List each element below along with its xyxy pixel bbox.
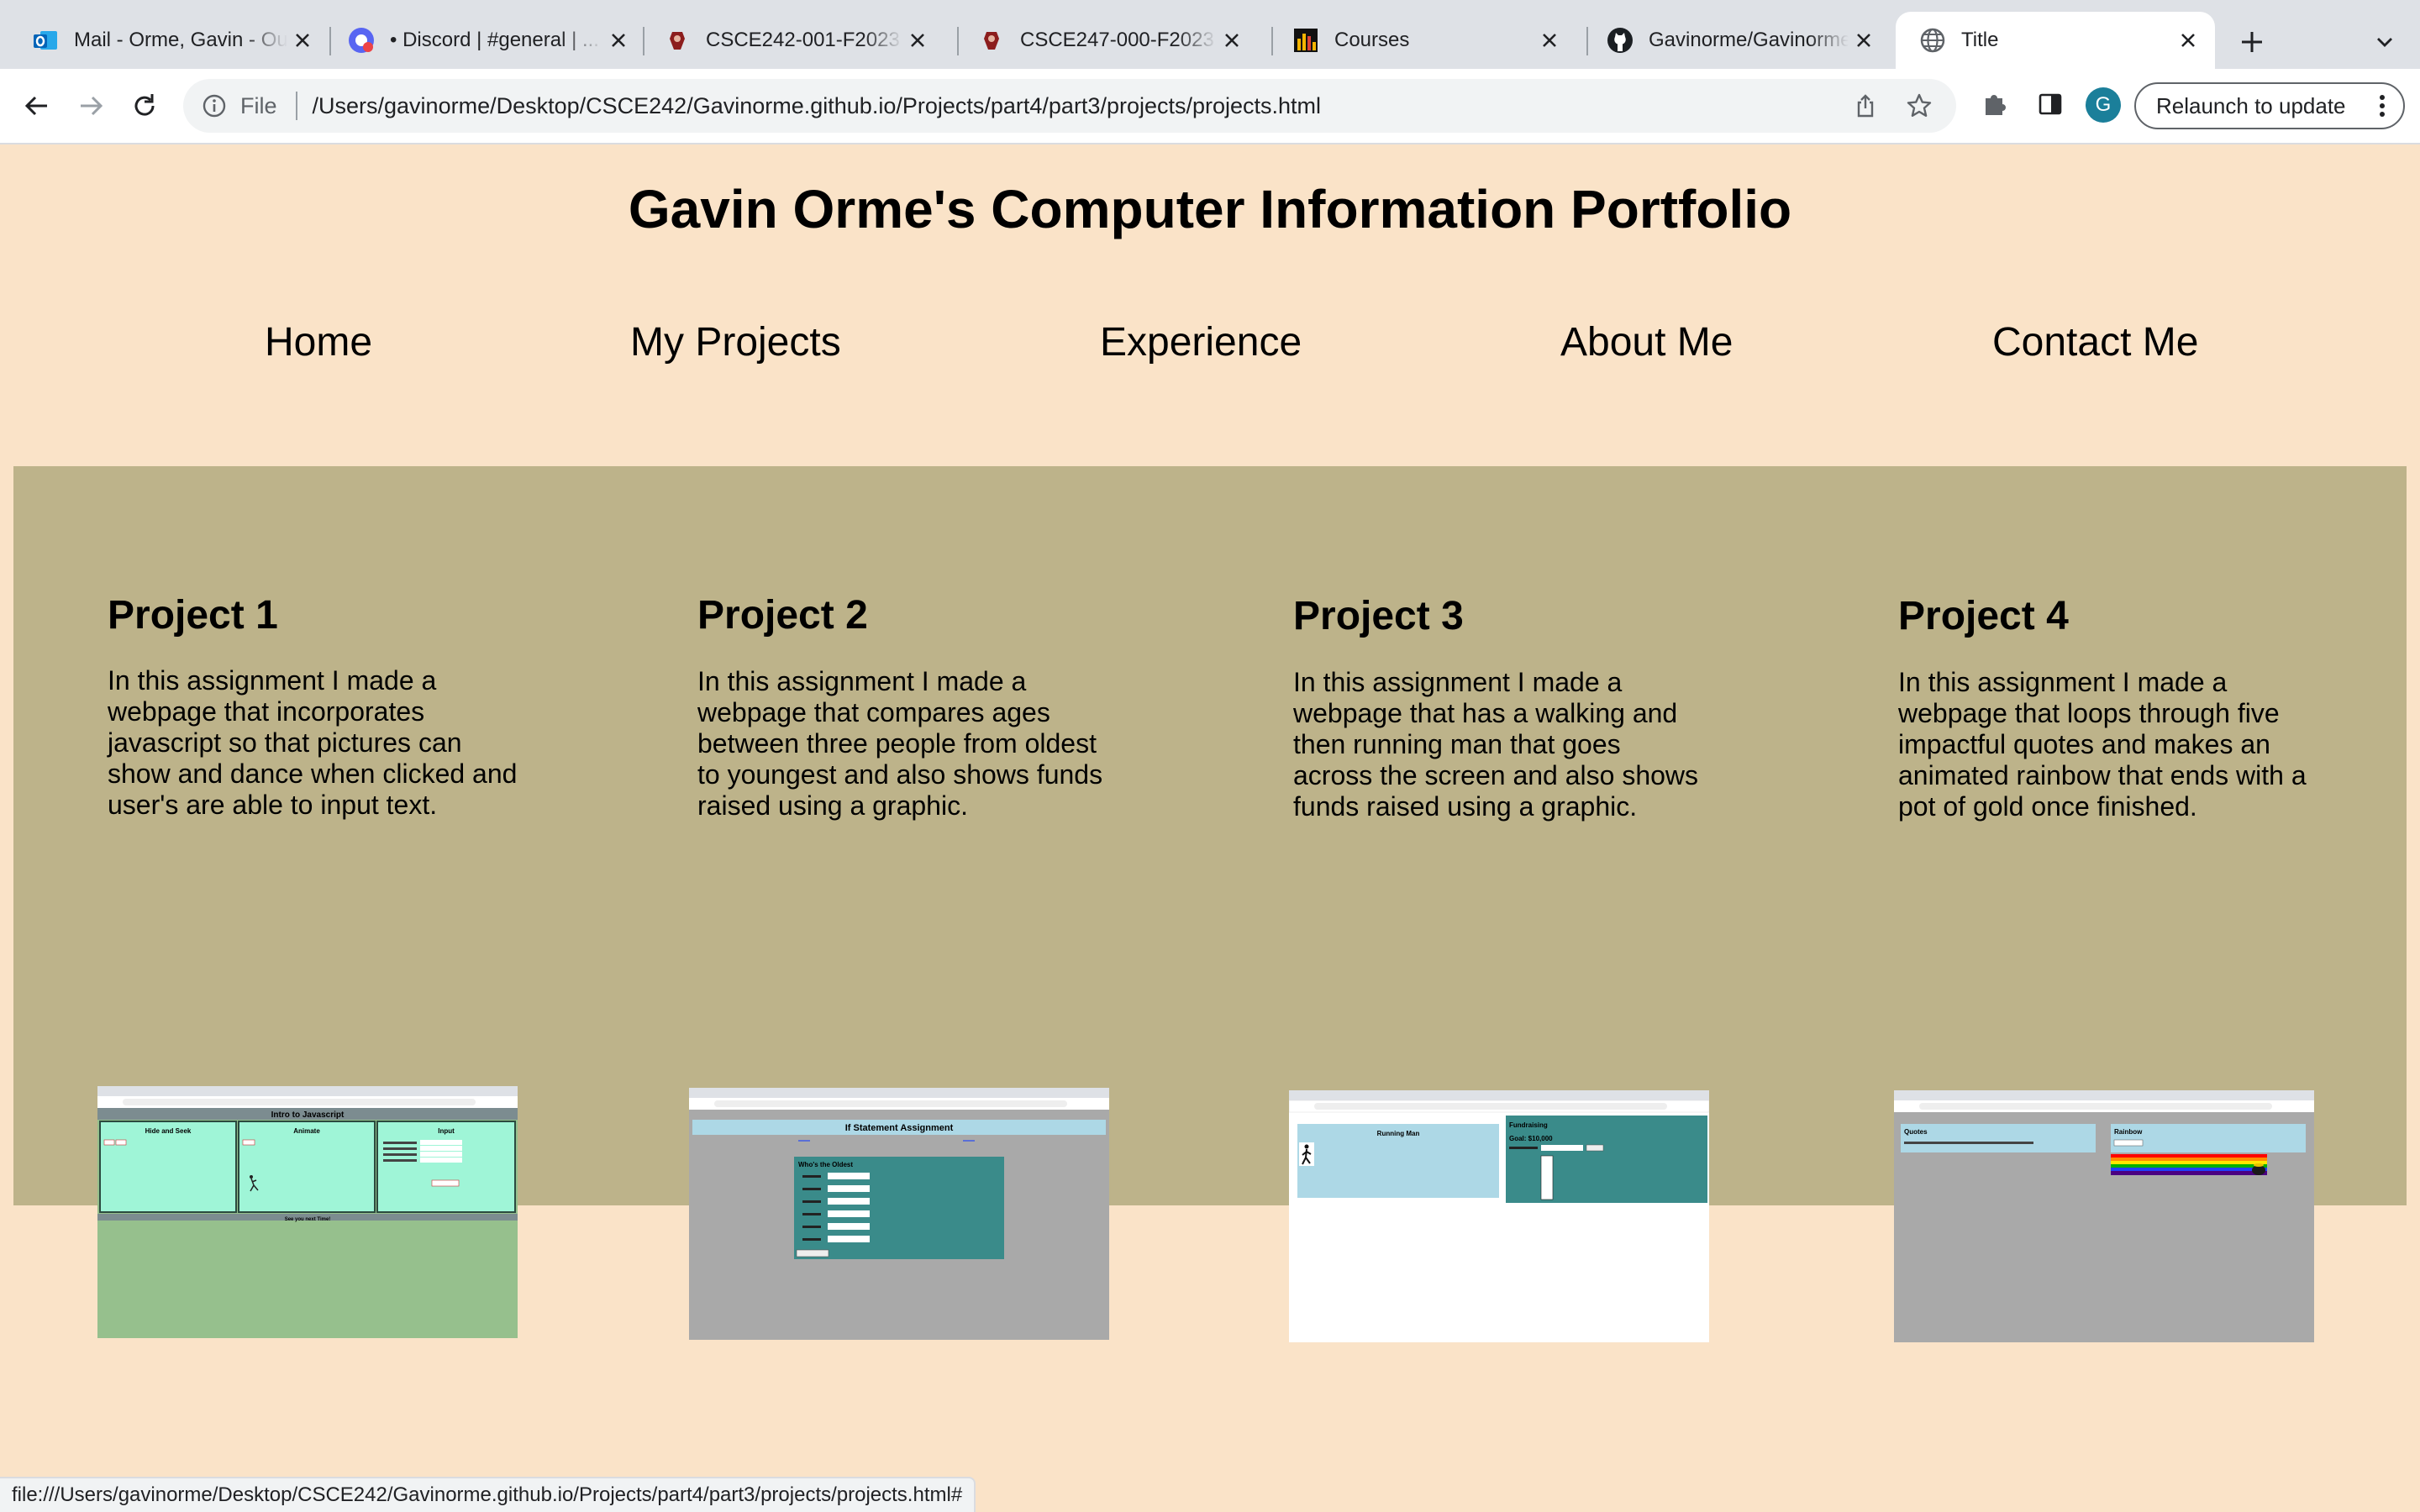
back-arrow-icon[interactable] — [17, 86, 57, 126]
close-icon[interactable] — [902, 25, 933, 55]
nav-about-me[interactable]: About Me — [1560, 319, 1733, 365]
project-1-screenshot[interactable]: Intro to Javascript Hide and Seek Animat… — [97, 1086, 518, 1338]
tab-title: Gavinorme/Gavinorme.github.io — [1649, 29, 1849, 51]
reload-icon[interactable] — [124, 86, 165, 126]
project-1-title: Project 1 — [108, 593, 278, 638]
url-scheme-label: File — [240, 92, 277, 118]
close-icon[interactable] — [1849, 25, 1879, 55]
tab-outlook[interactable]: Mail - Orme, Gavin - Outlook — [0, 12, 329, 69]
globe-icon — [1919, 27, 1946, 54]
project-1-description: In this assignment I made a webpage that… — [108, 665, 518, 820]
side-panel-icon[interactable] — [2033, 87, 2067, 121]
address-bar[interactable]: File /Users/gavinorme/Desktop/CSCE242/Ga… — [183, 79, 1956, 133]
info-icon[interactable] — [202, 93, 227, 118]
forward-arrow-icon[interactable] — [71, 86, 111, 126]
relaunch-label: Relaunch to update — [2156, 92, 2346, 118]
relaunch-button[interactable]: Relaunch to update — [2134, 82, 2405, 129]
page-content: Gavin Orme's Computer Information Portfo… — [0, 144, 2420, 1512]
nav-experience[interactable]: Experience — [1100, 319, 1302, 365]
close-icon[interactable] — [2173, 25, 2203, 55]
thumb-panel-label: Animate — [293, 1127, 320, 1135]
project-2-screenshot[interactable]: If Statement Assignment Who's the Oldest — [689, 1088, 1109, 1340]
url-text[interactable]: /Users/gavinorme/Desktop/CSCE242/Gavinor… — [313, 93, 1849, 119]
thumb-heading: Intro to Javascript — [271, 1110, 345, 1120]
project-3-description: In this assignment I made a webpage that… — [1293, 667, 1699, 822]
thumb-footer: See you next Time! — [285, 1217, 331, 1222]
project-3-screenshot[interactable]: Running Man Fundraising Goal: $10,000 — [1289, 1090, 1709, 1342]
site-title: Gavin Orme's Computer Information Portfo… — [628, 179, 1792, 239]
nav-home[interactable]: Home — [265, 319, 372, 365]
nav-my-projects[interactable]: My Projects — [630, 319, 841, 365]
tab-title: Mail - Orme, Gavin - Outlook — [74, 29, 287, 51]
tab-discord[interactable]: • Discord | #general | ... — [316, 12, 645, 69]
bookmark-star-icon[interactable] — [1902, 89, 1936, 123]
status-bar: file:///Users/gavinorme/Desktop/CSCE242/… — [0, 1477, 976, 1512]
thumb-panel-label: Fundraising — [1509, 1121, 1548, 1129]
projects-section: Project 1 In this assignment I made a we… — [13, 466, 2407, 1342]
thumb-panel-title: Who's the Oldest — [798, 1161, 853, 1168]
thumb-heading: If Statement Assignment — [845, 1123, 954, 1133]
course-icon — [978, 27, 1005, 54]
tab-title-active[interactable]: Title — [1896, 12, 2215, 69]
github-icon — [1607, 27, 1634, 54]
new-tab-button[interactable] — [2233, 24, 2270, 60]
tab-title: CSCE247-000-F2023 — [1020, 29, 1214, 51]
tab-github[interactable]: Gavinorme/Gavinorme.github.io — [1575, 12, 1891, 69]
tab-search-chevron-icon[interactable] — [2366, 24, 2403, 60]
project-3-title: Project 3 — [1293, 594, 1464, 638]
close-icon[interactable] — [1534, 25, 1565, 55]
tab-courses[interactable]: Courses — [1260, 12, 1576, 69]
thumb-panel-label: Rainbow — [2114, 1128, 2143, 1136]
close-icon[interactable] — [1217, 25, 1247, 55]
thumb-panel-label: Running Man — [1377, 1130, 1420, 1137]
thumb-panel-label: Quotes — [1904, 1128, 1928, 1136]
discord-icon — [348, 27, 375, 54]
tab-csce247[interactable]: CSCE247-000-F2023 — [946, 12, 1259, 69]
url-divider — [295, 92, 297, 120]
extensions-puzzle-icon[interactable] — [1978, 87, 2012, 121]
nav-contact-me[interactable]: Contact Me — [1992, 319, 2198, 365]
close-icon[interactable] — [287, 25, 318, 55]
project-2-description: In this assignment I made a webpage that… — [697, 666, 1103, 821]
thumb-goal-text: Goal: $10,000 — [1509, 1135, 1553, 1142]
tab-strip: Mail - Orme, Gavin - Outlook • Discord |… — [0, 0, 2420, 69]
tab-title: • Discord | #general | ... — [390, 29, 599, 51]
course-icon — [664, 27, 691, 54]
thumb-panel-label: Input — [438, 1127, 455, 1135]
tab-title: CSCE242-001-F2023 — [706, 29, 900, 51]
thumb-panel-label: Hide and Seek — [145, 1127, 192, 1135]
project-4-screenshot[interactable]: Quotes Rainbow — [1894, 1090, 2314, 1342]
project-4-description: In this assignment I made a webpage that… — [1898, 667, 2307, 822]
tab-csce242[interactable]: CSCE242-001-F2023 — [632, 12, 944, 69]
outlook-icon — [32, 27, 59, 54]
project-2-title: Project 2 — [697, 593, 868, 638]
close-icon[interactable] — [603, 25, 634, 55]
tab-title: Courses — [1334, 29, 1410, 51]
tab-title: Title — [1961, 29, 1999, 51]
project-4-title: Project 4 — [1898, 594, 2069, 638]
profile-avatar[interactable]: G — [2086, 87, 2121, 123]
chart-bars-icon — [1292, 27, 1319, 54]
share-icon[interactable] — [1849, 89, 1882, 123]
menu-kebab-icon[interactable] — [2370, 93, 2395, 118]
